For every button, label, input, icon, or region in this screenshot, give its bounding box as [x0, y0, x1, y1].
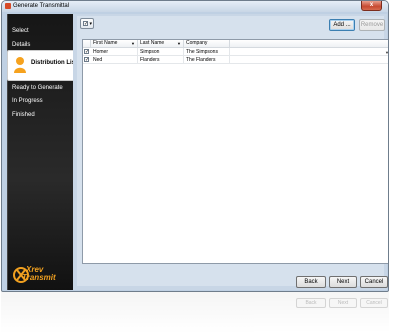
logo-text-line2: Transmit [22, 273, 56, 282]
cell-last-name: Simpson [138, 48, 184, 56]
cell-first-name: Homer [91, 48, 138, 56]
cancel-button[interactable]: Cancel [360, 276, 388, 288]
content-area: ✓ ▾ Add ... Remove First Name ▼ Last Nam… [77, 16, 388, 288]
add-button[interactable]: Add ... [329, 19, 355, 31]
select-all-dropdown[interactable]: ✓ ▾ [80, 18, 94, 29]
header-checkbox-cell [83, 40, 91, 47]
cell-company: The Simpsons [184, 48, 230, 56]
back-button[interactable]: Back [296, 276, 326, 288]
column-header-first-name[interactable]: First Name ▼ [91, 40, 138, 47]
app-window: Generate Transmittal x Select Details Re… [1, 0, 389, 292]
next-button[interactable]: Next [329, 276, 357, 288]
remove-button[interactable]: Remove [359, 19, 385, 31]
sidebar-item-select[interactable]: Select [8, 25, 74, 37]
table-row[interactable]: ✓ Homer Simpson The Simpsons [83, 48, 388, 56]
grid-header: First Name ▼ Last Name ▼ Company [83, 40, 388, 48]
chevron-down-icon: ▾ [89, 21, 92, 27]
title-bar[interactable]: Generate Transmittal x [2, 1, 388, 12]
sidebar-item-finished[interactable]: Finished [8, 109, 74, 121]
sidebar-item-label: Distribution List [31, 60, 77, 66]
column-header-last-name[interactable]: Last Name ▼ [138, 40, 184, 47]
row-checkbox[interactable]: ✓ [84, 57, 89, 63]
table-row[interactable]: ✓ Ned Flanders The Flanders [83, 56, 388, 64]
reflection-back-button: Back [296, 298, 326, 308]
column-label: First Name [93, 40, 118, 46]
distribution-grid: First Name ▼ Last Name ▼ Company ✓ Homer… [82, 39, 388, 264]
row-checkbox[interactable]: ✓ [84, 49, 89, 55]
reflection-cancel-button: Cancel [360, 298, 388, 308]
sidebar-item-ready-to-generate[interactable]: Ready to Generate [8, 82, 74, 94]
sidebar-item-in-progress[interactable]: In Progress [8, 95, 74, 107]
column-header-company[interactable]: Company [184, 40, 230, 47]
sidebar-item-distribution-list[interactable]: Distribution List [7, 50, 80, 81]
checkbox-icon: ✓ [83, 21, 89, 27]
column-label: Company [186, 40, 208, 46]
cell-last-name: Flanders [138, 56, 184, 64]
main-panel: ✓ ▾ Add ... Remove First Name ▼ Last Nam… [73, 14, 388, 290]
cell-company: The Flanders [184, 56, 230, 64]
column-label: Last Name [140, 40, 165, 46]
sort-arrow-icon: ▼ [177, 41, 181, 46]
app-icon [5, 3, 11, 9]
reflection-next-button: Next [329, 298, 357, 308]
close-button[interactable]: x [361, 1, 382, 11]
close-icon: x [369, 2, 374, 8]
cell-first-name: Ned [91, 56, 138, 64]
window-title: Generate Transmittal [13, 3, 70, 9]
person-icon [14, 57, 26, 73]
sort-arrow-icon: ▼ [131, 41, 135, 46]
scroll-down-icon[interactable]: ▼ [385, 50, 388, 55]
xrev-transmit-logo: Xrev Transmit [13, 262, 71, 286]
window-reflection: Back Next Cancel [1, 292, 389, 334]
